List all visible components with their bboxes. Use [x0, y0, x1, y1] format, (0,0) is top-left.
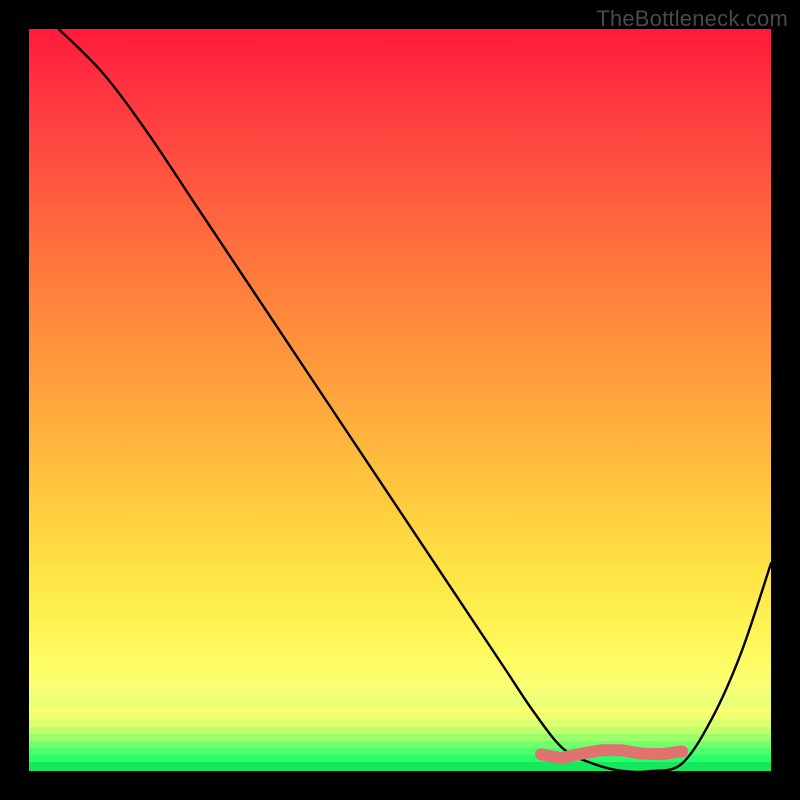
optimal-band: [541, 750, 682, 758]
bottleneck-chart: [29, 29, 771, 771]
bottleneck-curve: [59, 29, 771, 772]
watermark-text: TheBottleneck.com: [596, 6, 788, 32]
chart-area: [29, 29, 771, 771]
